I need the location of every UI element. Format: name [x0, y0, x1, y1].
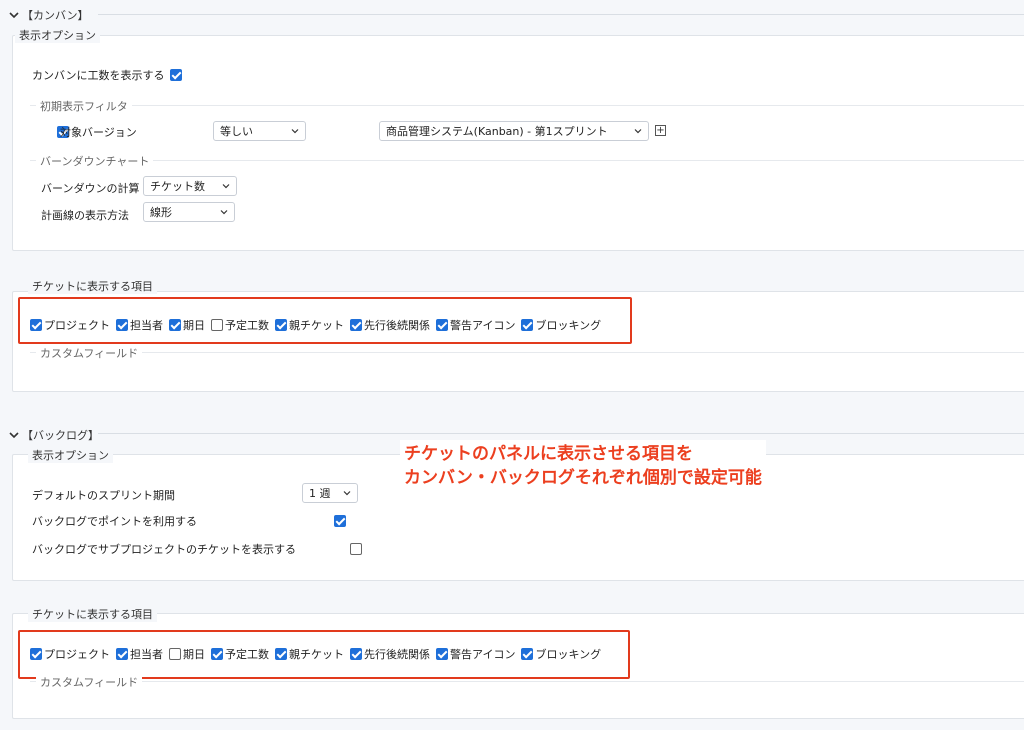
use-points-label: バックログでポイントを利用する — [32, 515, 197, 528]
divider — [98, 14, 1024, 15]
plan-line-select[interactable]: 線形 — [143, 202, 235, 222]
sprint-period-select[interactable]: 1 週 — [302, 483, 358, 503]
annotation-callout: チケットのパネルに表示させる項目を カンバン・バックログそれぞれ個別で設定可能 — [400, 440, 766, 492]
target-version-label: 対象バージョン — [60, 126, 137, 139]
chevron-down-icon — [222, 184, 230, 189]
add-filter-plus-icon[interactable]: + — [655, 125, 666, 136]
initial-filter-legend: 初期表示フィルタ — [36, 98, 132, 114]
chevron-down-icon — [220, 210, 228, 215]
burndown-legend: バーンダウンチャート — [36, 153, 154, 169]
divider — [98, 433, 1024, 434]
chevron-down-icon — [9, 432, 19, 439]
chevron-down-icon — [291, 129, 299, 134]
plan-line-label: 計画線の表示方法 — [41, 209, 129, 222]
sprint-period-value: 1 週 — [309, 487, 331, 500]
backlog-custom-field-legend: カスタムフィールド — [36, 674, 143, 690]
backlog-ticket-items-legend: チケットに表示する項目 — [28, 606, 157, 622]
highlight-box — [18, 297, 632, 344]
chevron-down-icon — [9, 12, 19, 19]
version-value: 商品管理システム(Kanban) - 第1スプリント — [386, 125, 608, 138]
kanban-section-title: 【カンバン】 — [22, 9, 89, 22]
divider — [30, 352, 1024, 353]
burndown-calc-label: バーンダウンの計算 — [41, 182, 140, 195]
backlog-section-header[interactable]: 【バックログ】 — [8, 427, 99, 443]
burndown-calc-select[interactable]: チケット数 — [143, 176, 237, 196]
kanban-section-header[interactable]: 【カンバン】 — [8, 7, 89, 23]
kanban-custom-field-legend: カスタムフィールド — [36, 345, 143, 361]
kanban-display-options-legend: 表示オプション — [15, 27, 100, 43]
highlight-box — [18, 630, 630, 679]
chevron-down-icon — [343, 491, 351, 496]
burndown-calc-value: チケット数 — [150, 180, 205, 193]
backlog-display-options-legend: 表示オプション — [28, 447, 113, 463]
divider — [30, 160, 1024, 161]
divider — [30, 105, 1024, 106]
backlog-section-title: 【バックログ】 — [22, 429, 99, 442]
divider — [30, 681, 1024, 682]
chevron-down-icon — [634, 129, 642, 134]
operator-select[interactable]: 等しい — [213, 121, 306, 141]
show-subprojects-label: バックログでサブプロジェクトのチケットを表示する — [32, 543, 296, 556]
annotation-line-1: チケットのパネルに表示させる項目を — [404, 444, 693, 464]
annotation-line-2: カンバン・バックログそれぞれ個別で設定可能 — [404, 468, 762, 488]
show-effort-label: カンバンに工数を表示する — [32, 69, 165, 82]
show-effort-checkbox[interactable] — [170, 69, 182, 81]
plan-line-value: 線形 — [150, 206, 172, 219]
version-select[interactable]: 商品管理システム(Kanban) - 第1スプリント — [379, 121, 649, 141]
operator-value: 等しい — [220, 125, 253, 138]
use-points-checkbox[interactable] — [334, 515, 346, 527]
show-subprojects-checkbox[interactable] — [349, 543, 362, 555]
kanban-ticket-items-legend: チケットに表示する項目 — [28, 278, 157, 294]
sprint-period-label: デフォルトのスプリント期間 — [32, 489, 175, 502]
